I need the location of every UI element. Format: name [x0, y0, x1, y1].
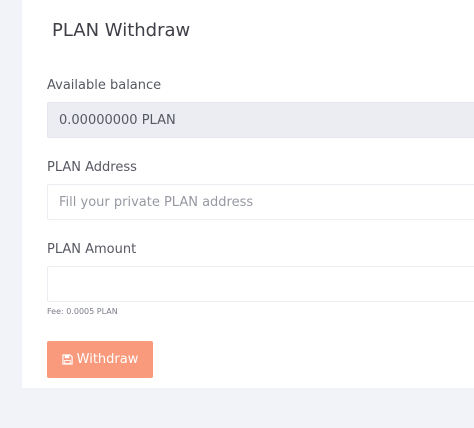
page-title: PLAN Withdraw	[52, 20, 191, 41]
withdraw-button[interactable]: Withdraw	[47, 341, 153, 378]
balance-field	[47, 102, 474, 138]
amount-label: PLAN Amount	[47, 242, 137, 257]
withdraw-card: PLAN Withdraw Available balance PLAN Add…	[22, 0, 474, 388]
balance-label: Available balance	[47, 78, 162, 93]
withdraw-button-label: Withdraw	[76, 352, 139, 367]
amount-input[interactable]	[47, 266, 474, 302]
address-input[interactable]	[47, 184, 474, 220]
fee-hint: Fee: 0.0005 PLAN	[47, 307, 118, 316]
save-icon	[61, 354, 73, 365]
address-label: PLAN Address	[47, 160, 137, 175]
